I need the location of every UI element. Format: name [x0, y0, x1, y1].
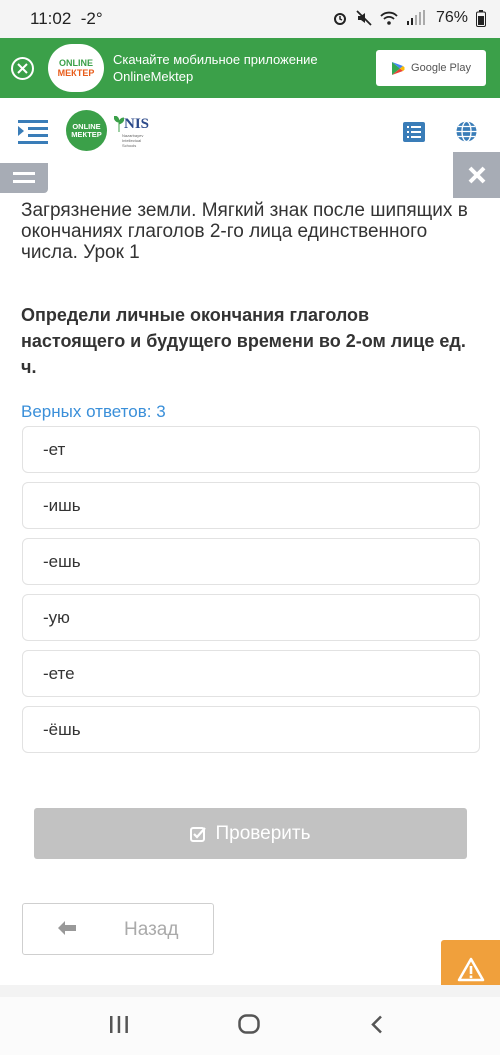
- answer-option[interactable]: -ешь: [22, 538, 480, 585]
- check-button-label: Проверить: [215, 822, 311, 844]
- status-indicators: 76%: [332, 9, 486, 27]
- hamburger-icon: [13, 172, 35, 183]
- globe-icon[interactable]: [455, 120, 478, 143]
- recents-icon[interactable]: [110, 1016, 128, 1033]
- system-nav-bar: [0, 997, 500, 1055]
- correct-answers-count: Верных ответов: 3: [21, 402, 166, 421]
- alarm-icon: [333, 13, 346, 25]
- app-download-banner: ONLINE МЕКТЕР Скачайте мобильное приложе…: [0, 38, 500, 98]
- bottom-divider: [0, 985, 500, 997]
- google-play-icon: [392, 61, 405, 75]
- battery-icon: [476, 9, 486, 27]
- list-icon[interactable]: [403, 122, 425, 142]
- answer-list: -ет -ишь -ешь -ую -ете -ёшь: [22, 426, 480, 762]
- sidebar-toggle-button[interactable]: [0, 163, 48, 193]
- wifi-icon: [380, 11, 398, 25]
- close-panel-button[interactable]: [453, 152, 500, 198]
- nis-logo: NIS Nazarbayev Intellectual Schools: [114, 116, 158, 152]
- status-time: 11:02 -2°: [30, 9, 103, 28]
- banner-text: Скачайте мобильное приложение OnlineMekt…: [113, 51, 318, 85]
- lesson-title: Загрязнение земли. Мягкий знак после шип…: [21, 200, 468, 263]
- banner-text-line2: OnlineMektep: [113, 69, 194, 84]
- site-header: ONLINE МЕКТЕР NIS Nazarbayev Intellectua…: [0, 98, 500, 168]
- signal-icon: [406, 10, 425, 25]
- question-text: Определи личные окончания глаголов насто…: [21, 305, 466, 377]
- google-play-button[interactable]: Google Play: [376, 50, 486, 86]
- answer-option[interactable]: -ёшь: [22, 706, 480, 753]
- answer-option[interactable]: -ишь: [22, 482, 480, 529]
- banner-close-button[interactable]: [11, 57, 34, 80]
- check-button[interactable]: Проверить: [34, 808, 467, 859]
- back-button-label: Назад: [124, 919, 179, 940]
- close-icon: [17, 63, 28, 74]
- close-icon: [468, 166, 485, 184]
- mute-icon: [356, 10, 372, 26]
- status-extra: -2°: [80, 9, 103, 28]
- google-play-label: Google Play: [411, 62, 471, 74]
- menu-icon[interactable]: [18, 120, 48, 144]
- battery-percent: 76%: [435, 9, 468, 26]
- online-mektep-logo: ONLINE МЕКТЕР: [48, 44, 104, 92]
- status-bar: 11:02 -2° 76%: [0, 0, 500, 38]
- answer-option[interactable]: -ет: [22, 426, 480, 473]
- warning-icon: [457, 957, 484, 981]
- back-nav-icon[interactable]: [371, 1015, 383, 1034]
- nis-leaf-icon: [114, 116, 124, 132]
- arrow-left-icon: [58, 921, 76, 935]
- answer-option[interactable]: -ете: [22, 650, 480, 697]
- answer-option[interactable]: -ую: [22, 594, 480, 641]
- back-button[interactable]: Назад: [22, 903, 214, 955]
- checkbox-check-icon: [190, 826, 207, 842]
- online-mektep-logo-header[interactable]: ONLINE МЕКТЕР: [66, 110, 107, 151]
- banner-text-line1: Скачайте мобильное приложение: [113, 52, 318, 67]
- home-icon[interactable]: [238, 1014, 260, 1034]
